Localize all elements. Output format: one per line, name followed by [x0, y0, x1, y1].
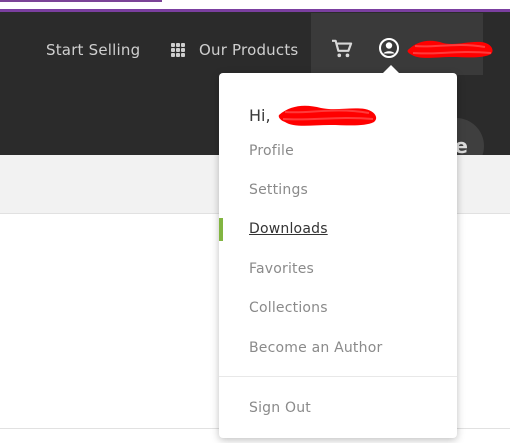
username-redaction[interactable] — [407, 38, 497, 60]
menu-item-settings[interactable]: Settings — [249, 181, 308, 199]
grid-icon — [171, 43, 185, 57]
active-item-indicator — [219, 218, 223, 241]
menu-item-downloads[interactable]: Downloads — [249, 220, 328, 238]
menu-item-profile[interactable]: Profile — [249, 142, 294, 160]
user-icon[interactable] — [379, 38, 399, 58]
menu-item-favorites[interactable]: Favorites — [249, 260, 314, 278]
menu-item-become-an-author[interactable]: Become an Author — [249, 339, 382, 357]
top-accent-bar — [0, 0, 162, 2]
greeting-name-redaction — [278, 105, 376, 126]
dropdown-divider — [219, 376, 457, 377]
menu-item-collections[interactable]: Collections — [249, 299, 328, 317]
nav-our-products[interactable]: Our Products — [171, 41, 298, 59]
dropdown-greeting: Hi, — [249, 103, 377, 127]
nav-start-selling[interactable]: Start Selling — [46, 41, 140, 59]
greeting-text: Hi, — [249, 105, 271, 125]
nav-our-products-label: Our Products — [199, 41, 299, 59]
menu-item-sign-out[interactable]: Sign Out — [249, 399, 311, 417]
account-dropdown-menu: Hi, Profile Settings Downloads Favorites… — [219, 65, 457, 438]
cart-icon[interactable] — [331, 39, 353, 59]
top-accent-strip — [0, 0, 510, 12]
dropdown-caret — [382, 65, 400, 74]
